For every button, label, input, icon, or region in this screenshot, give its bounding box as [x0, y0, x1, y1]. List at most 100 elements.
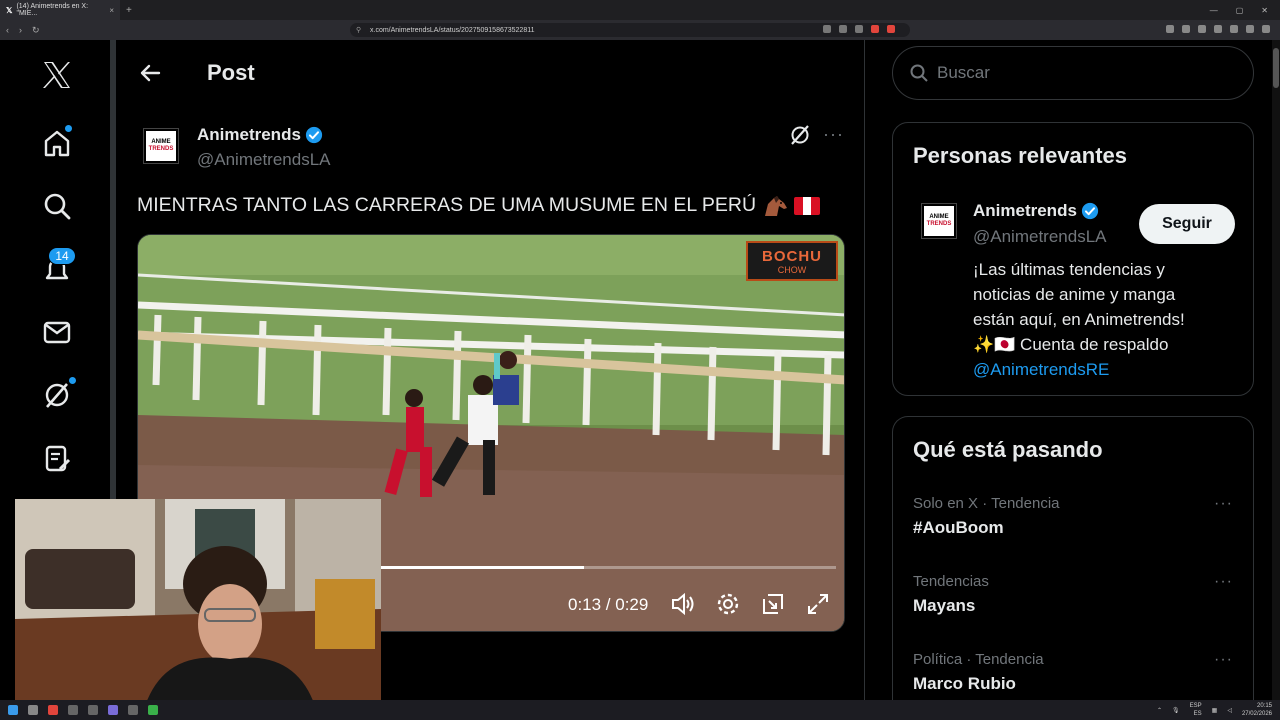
- back-arrow-icon[interactable]: [139, 62, 161, 89]
- volume-icon[interactable]: [670, 591, 696, 622]
- author-avatar[interactable]: ANIME TRENDS: [143, 128, 179, 164]
- settings-gear-icon[interactable]: [715, 591, 741, 622]
- forward-nav-icon[interactable]: ›: [19, 25, 22, 35]
- share-icon[interactable]: [855, 25, 863, 33]
- app-taskbar-icon[interactable]: [108, 705, 118, 715]
- site-info-icon[interactable]: ⚲: [356, 26, 361, 34]
- trend-meta: Política · Tendencia: [913, 651, 1044, 668]
- brave-shield-icon[interactable]: [871, 25, 879, 33]
- reload-icon[interactable]: ↻: [32, 25, 40, 36]
- tab-title: (14) Animetrends en X: "MIE...: [16, 3, 89, 17]
- relevant-people-card: Personas relevantes ANIME TRENDS Animetr…: [892, 122, 1254, 396]
- app-taskbar-icon[interactable]: [88, 705, 98, 715]
- bio-line: noticias de anime y manga: [973, 285, 1176, 304]
- trending-title: Qué está pasando: [913, 437, 1103, 462]
- picture-in-picture-icon[interactable]: [760, 591, 786, 622]
- clock-time: 20:15: [1256, 703, 1272, 709]
- trend-item[interactable]: Tendencias Mayans ···: [913, 573, 1233, 616]
- lang-bottom: ES: [1193, 711, 1202, 717]
- rewards-icon[interactable]: [887, 25, 895, 33]
- trend-meta: Solo en X · Tendencia: [913, 495, 1060, 512]
- relevant-name[interactable]: Animetrends: [973, 201, 1099, 221]
- trend-name: #AouBoom: [913, 518, 1004, 537]
- menu-icon[interactable]: [1262, 25, 1270, 33]
- os-taskbar: ⌃ 🎙 ESP ES ▦ ◁ 20:15 27/02/2026: [0, 700, 1280, 720]
- music-icon[interactable]: [1182, 25, 1190, 33]
- scrollbar-thumb[interactable]: [1273, 48, 1279, 88]
- avatar-logo-text-bottom: TRENDS: [926, 221, 952, 227]
- new-tab-button[interactable]: +: [126, 5, 132, 16]
- bio-line: ✨🇯🇵 Cuenta de respaldo: [973, 335, 1169, 354]
- trend-name: Marco Rubio: [913, 674, 1016, 693]
- extension-icons: [1166, 25, 1270, 33]
- messages-icon[interactable]: [40, 315, 74, 349]
- start-icon[interactable]: [8, 705, 18, 715]
- page-title: Post: [207, 60, 255, 85]
- grok-unread-dot: [68, 376, 77, 385]
- wallet-icon[interactable]: [1214, 25, 1222, 33]
- lists-icon[interactable]: [40, 441, 74, 475]
- extension-icon[interactable]: [1166, 25, 1174, 33]
- avatar-logo-text-top: ANIME: [151, 139, 171, 145]
- more-options-icon[interactable]: ···: [823, 124, 844, 145]
- trend-more-icon[interactable]: ···: [1214, 495, 1233, 513]
- brave-taskbar-icon[interactable]: [48, 705, 58, 715]
- grok-explain-icon[interactable]: [789, 124, 811, 151]
- avatar-logo-text-top: ANIME: [929, 214, 949, 220]
- lang-top: ESP: [1189, 703, 1202, 709]
- trend-meta: Tendencias: [913, 573, 989, 590]
- follow-button[interactable]: Seguir: [1139, 204, 1235, 244]
- back-nav-icon[interactable]: ‹: [6, 25, 9, 35]
- home-icon[interactable]: [40, 124, 74, 160]
- x-logo-icon[interactable]: [40, 58, 74, 92]
- video-progress-bar[interactable]: [378, 566, 836, 569]
- verified-badge-icon: [305, 126, 323, 144]
- bio-link[interactable]: @AnimetrendsRE: [973, 357, 1233, 382]
- volume-tray-icon[interactable]: ◁: [1227, 707, 1232, 714]
- author-handle[interactable]: @AnimetrendsLA: [197, 150, 331, 170]
- network-icon[interactable]: ▦: [1212, 707, 1218, 714]
- browser-tab[interactable]: 𝕏 (14) Animetrends en X: "MIE... ×: [0, 0, 120, 20]
- search-taskbar-icon[interactable]: [28, 705, 38, 715]
- author-name[interactable]: Animetrends: [197, 125, 323, 145]
- trend-more-icon[interactable]: ···: [1214, 651, 1233, 669]
- system-tray: ⌃ 🎙 ESP ES ▦ ◁ 20:15 27/02/2026: [1157, 702, 1272, 718]
- relevant-avatar[interactable]: ANIME TRENDS: [921, 203, 957, 239]
- app-taskbar-icon[interactable]: [128, 705, 138, 715]
- sidebar-icon[interactable]: [1198, 25, 1206, 33]
- search-input[interactable]: [937, 63, 1217, 83]
- close-window-icon[interactable]: ✕: [1261, 6, 1268, 15]
- tab-close-button[interactable]: ×: [109, 6, 114, 15]
- clock[interactable]: 20:15 27/02/2026: [1242, 702, 1272, 718]
- cast-icon[interactable]: [839, 25, 847, 33]
- app-taskbar-icon[interactable]: [68, 705, 78, 715]
- trend-item[interactable]: Política · Tendencia Marco Rubio ···: [913, 651, 1233, 694]
- author-name-text: Animetrends: [197, 125, 301, 144]
- watermark-top: BOCHU: [762, 247, 822, 265]
- minimize-icon[interactable]: —: [1210, 6, 1218, 15]
- trend-more-icon[interactable]: ···: [1214, 573, 1233, 591]
- tweet-text-content: MIENTRAS TANTO LAS CARRERAS DE UMA MUSUM…: [137, 194, 757, 216]
- webcam-frame: [15, 499, 381, 706]
- grok-icon[interactable]: [40, 376, 77, 412]
- trend-item[interactable]: Solo en X · Tendencia #AouBoom ···: [913, 495, 1233, 538]
- language-indicator[interactable]: ESP ES: [1190, 702, 1202, 718]
- video-progress-fill: [378, 566, 585, 569]
- relevant-handle[interactable]: @AnimetrendsLA: [973, 227, 1107, 247]
- tray-chevron-icon[interactable]: ⌃: [1157, 707, 1162, 714]
- search-icon[interactable]: [40, 189, 74, 223]
- notifications-count-badge: 14: [48, 247, 76, 265]
- chrome-taskbar-icon[interactable]: [148, 705, 158, 715]
- page-scrollbar[interactable]: [1272, 40, 1280, 700]
- fullscreen-icon[interactable]: [805, 591, 831, 622]
- clock-date: 27/02/2026: [1241, 711, 1272, 717]
- trend-name: Mayans: [913, 596, 976, 615]
- maximize-icon[interactable]: ▢: [1236, 6, 1244, 15]
- mic-icon[interactable]: 🎙: [1172, 707, 1180, 714]
- vpn-icon[interactable]: [1230, 25, 1238, 33]
- profile-icon[interactable]: [1246, 25, 1254, 33]
- zoom-icon[interactable]: [823, 25, 831, 33]
- search-box[interactable]: [892, 46, 1254, 100]
- video-watermark: BOCHU CHOW: [746, 241, 838, 281]
- peru-flag-icon: [794, 196, 821, 215]
